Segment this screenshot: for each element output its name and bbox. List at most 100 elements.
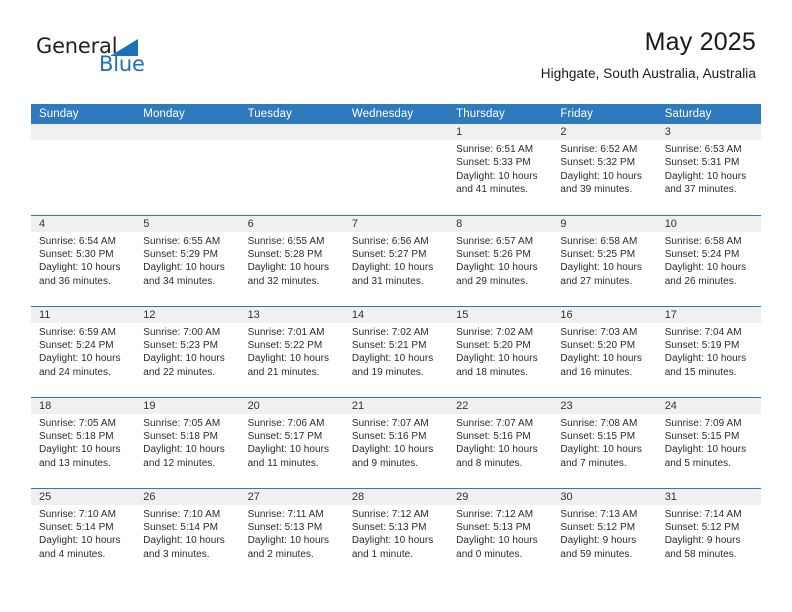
calendar-day-cell[interactable]: 5 Sunrise: 6:55 AM Sunset: 5:29 PM Daylight…	[135, 214, 240, 306]
daylight-duration-line1: Daylight: 10 hours	[664, 353, 747, 365]
calendar-week-row: 11 Sunrise: 6:59 AM Sunset: 5:24 PM Dayligh…	[31, 305, 761, 397]
calendar-day-cell[interactable]: 15 Sunrise: 7:02 AM Sunset: 5:20 PM Dayligh…	[448, 305, 553, 397]
day-details: Sunrise: 7:10 AM Sunset: 5:14 PM Daylight:…	[135, 505, 239, 562]
sunrise-time: Sunrise: 7:03 AM	[560, 326, 638, 338]
day-details: Sunrise: 6:57 AM Sunset: 5:26 PM Daylight:…	[448, 232, 552, 289]
daylight-duration-line2: and 41 minutes.	[456, 184, 529, 196]
sunset-time: Sunset: 5:13 PM	[247, 521, 323, 533]
calendar-day-cell[interactable]: 29 Sunrise: 7:12 AM Sunset: 5:13 PM Dayligh…	[448, 487, 553, 579]
calendar-day-cell[interactable]: 12 Sunrise: 7:00 AM Sunset: 5:23 PM Dayligh…	[135, 305, 240, 397]
daylight-duration-line1: Daylight: 10 hours	[560, 353, 642, 365]
calendar-day-cell[interactable]: 30 Sunrise: 7:13 AM Sunset: 5:12 PM Dayligh…	[552, 487, 657, 579]
calendar-day-cell[interactable]: 17 Sunrise: 7:04 AM Sunset: 5:19 PM Dayligh…	[656, 305, 761, 397]
sunrise-time: Sunrise: 7:07 AM	[456, 417, 534, 429]
calendar-day-cell[interactable]: 4 Sunrise: 6:54 AM Sunset: 5:30 PM Daylight…	[31, 214, 136, 306]
sunset-time: Sunset: 5:22 PM	[247, 339, 323, 351]
day-details: Sunrise: 7:05 AM Sunset: 5:18 PM Daylight:…	[135, 414, 239, 471]
calendar-day-cell[interactable]: 19 Sunrise: 7:05 AM Sunset: 5:18 PM Dayligh…	[135, 396, 240, 488]
daylight-duration-line1: Daylight: 10 hours	[351, 262, 434, 274]
calendar-week-row: 4 Sunrise: 6:54 AM Sunset: 5:30 PM Daylight…	[31, 214, 761, 306]
page-title: May 2025	[644, 28, 756, 56]
day-details: Sunrise: 7:07 AM Sunset: 5:16 PM Daylight:…	[448, 414, 552, 471]
daylight-duration-line2: and 24 minutes.	[39, 366, 111, 378]
day-details: Sunrise: 7:07 AM Sunset: 5:16 PM Daylight:…	[344, 414, 448, 471]
day-number: 23	[552, 397, 657, 414]
sunrise-time: Sunrise: 6:57 AM	[456, 235, 534, 247]
calendar-day-cell[interactable]: 21 Sunrise: 7:07 AM Sunset: 5:16 PM Dayligh…	[343, 396, 449, 488]
daylight-duration-line2: and 26 minutes.	[664, 275, 737, 287]
day-number: 18	[31, 397, 136, 414]
calendar-day-cell[interactable]: 9 Sunrise: 6:58 AM Sunset: 5:25 PM Daylight…	[552, 214, 657, 306]
calendar-day-cell[interactable]: 7 Sunrise: 6:56 AM Sunset: 5:27 PM Daylight…	[343, 214, 449, 306]
calendar-day-cell[interactable]: 1 Sunrise: 6:51 AM Sunset: 5:33 PM Daylight…	[448, 124, 553, 215]
daylight-duration-line2: and 19 minutes.	[351, 366, 424, 378]
daylight-duration-line1: Daylight: 10 hours	[560, 170, 642, 182]
day-details: Sunrise: 7:14 AM Sunset: 5:12 PM Daylight:…	[657, 505, 761, 562]
day-details: Sunrise: 7:10 AM Sunset: 5:14 PM Daylight:…	[31, 505, 135, 562]
day-number	[239, 124, 344, 140]
calendar-day-cell[interactable]: 3 Sunrise: 6:53 AM Sunset: 5:31 PM Daylight…	[656, 124, 761, 215]
calendar-head: Sunday Monday Tuesday Wednesday Thursday…	[31, 104, 761, 124]
sunrise-time: Sunrise: 7:12 AM	[456, 508, 534, 520]
calendar-day-cell[interactable]: 13 Sunrise: 7:01 AM Sunset: 5:22 PM Dayligh…	[239, 305, 344, 397]
sunset-time: Sunset: 5:20 PM	[456, 339, 531, 351]
day-number	[343, 124, 449, 140]
daylight-duration-line1: Daylight: 10 hours	[351, 353, 434, 365]
sunset-time: Sunset: 5:27 PM	[351, 248, 427, 260]
day-number: 24	[656, 397, 761, 414]
calendar-day-cell[interactable]: 20 Sunrise: 7:06 AM Sunset: 5:17 PM Dayligh…	[239, 396, 344, 488]
calendar-day-cell[interactable]: 14 Sunrise: 7:02 AM Sunset: 5:21 PM Dayligh…	[343, 305, 449, 397]
calendar-day-cell[interactable]: 25 Sunrise: 7:10 AM Sunset: 5:14 PM Dayligh…	[31, 487, 136, 579]
daylight-duration-line1: Daylight: 10 hours	[560, 444, 642, 456]
calendar-week-row: 1 Sunrise: 6:51 AM Sunset: 5:33 PM Daylight…	[31, 124, 761, 215]
day-number: 17	[656, 306, 761, 323]
weekday-header-thursday: Thursday	[448, 104, 553, 124]
calendar-table: Sunday Monday Tuesday Wednesday Thursday…	[31, 104, 761, 579]
calendar-day-cell[interactable]: 26 Sunrise: 7:10 AM Sunset: 5:14 PM Dayligh…	[135, 487, 240, 579]
daylight-duration-line2: and 8 minutes.	[456, 457, 523, 469]
calendar-day-cell[interactable]: 2 Sunrise: 6:52 AM Sunset: 5:32 PM Daylight…	[552, 124, 657, 215]
calendar-day-cell[interactable]: 11 Sunrise: 6:59 AM Sunset: 5:24 PM Dayligh…	[31, 305, 136, 397]
day-number: 1	[448, 124, 553, 140]
calendar-day-cell[interactable]: 22 Sunrise: 7:07 AM Sunset: 5:16 PM Dayligh…	[448, 396, 553, 488]
sunrise-time: Sunrise: 7:02 AM	[456, 326, 534, 338]
day-number: 15	[448, 306, 553, 323]
daylight-duration-line2: and 12 minutes.	[143, 457, 216, 469]
sunset-time: Sunset: 5:13 PM	[456, 521, 531, 533]
sunset-time: Sunset: 5:14 PM	[143, 521, 218, 533]
calendar-container: Sunday Monday Tuesday Wednesday Thursday…	[31, 104, 761, 579]
daylight-duration-line1: Daylight: 10 hours	[351, 535, 434, 547]
day-number: 28	[343, 488, 449, 505]
day-number: 27	[239, 488, 344, 505]
daylight-duration-line1: Daylight: 10 hours	[39, 535, 121, 547]
daylight-duration-line2: and 7 minutes.	[560, 457, 627, 469]
calendar-day-cell[interactable]: 8 Sunrise: 6:57 AM Sunset: 5:26 PM Daylight…	[448, 214, 553, 306]
sunset-time: Sunset: 5:28 PM	[247, 248, 323, 260]
calendar-day-cell[interactable]: 31 Sunrise: 7:14 AM Sunset: 5:12 PM Dayligh…	[656, 487, 761, 579]
weekday-header-row: Sunday Monday Tuesday Wednesday Thursday…	[31, 104, 761, 124]
daylight-duration-line1: Daylight: 10 hours	[351, 444, 434, 456]
day-number: 31	[656, 488, 761, 505]
calendar-day-cell[interactable]: 18 Sunrise: 7:05 AM Sunset: 5:18 PM Dayligh…	[31, 396, 136, 488]
calendar-day-cell[interactable]: 6 Sunrise: 6:55 AM Sunset: 5:28 PM Daylight…	[239, 214, 344, 306]
calendar-day-cell[interactable]: 27 Sunrise: 7:11 AM Sunset: 5:13 PM Dayligh…	[239, 487, 344, 579]
sunset-time: Sunset: 5:32 PM	[560, 157, 636, 169]
sunset-time: Sunset: 5:17 PM	[247, 430, 323, 442]
sunrise-time: Sunrise: 6:58 AM	[664, 235, 742, 247]
day-number: 8	[448, 215, 553, 232]
day-number	[135, 124, 240, 140]
sunrise-time: Sunrise: 6:54 AM	[39, 235, 116, 247]
calendar-day-cell[interactable]: 10 Sunrise: 6:58 AM Sunset: 5:24 PM Dayligh…	[656, 214, 761, 306]
day-number: 19	[135, 397, 240, 414]
calendar-day-cell[interactable]: 28 Sunrise: 7:12 AM Sunset: 5:13 PM Dayligh…	[343, 487, 449, 579]
calendar-day-cell[interactable]: 16 Sunrise: 7:03 AM Sunset: 5:20 PM Dayligh…	[552, 305, 657, 397]
day-number: 6	[239, 215, 344, 232]
calendar-week-row: 25 Sunrise: 7:10 AM Sunset: 5:14 PM Dayligh…	[31, 487, 761, 579]
day-details: Sunrise: 7:04 AM Sunset: 5:19 PM Daylight:…	[657, 323, 761, 380]
general-blue-logo[interactable]: General Blue	[36, 36, 166, 82]
day-details: Sunrise: 6:56 AM Sunset: 5:27 PM Daylight:…	[344, 232, 448, 289]
calendar-day-cell[interactable]: 23 Sunrise: 7:08 AM Sunset: 5:15 PM Dayligh…	[552, 396, 657, 488]
calendar-day-cell-empty	[31, 124, 136, 215]
day-details: Sunrise: 6:55 AM Sunset: 5:28 PM Daylight:…	[240, 232, 344, 289]
calendar-day-cell[interactable]: 24 Sunrise: 7:09 AM Sunset: 5:15 PM Dayligh…	[656, 396, 761, 488]
